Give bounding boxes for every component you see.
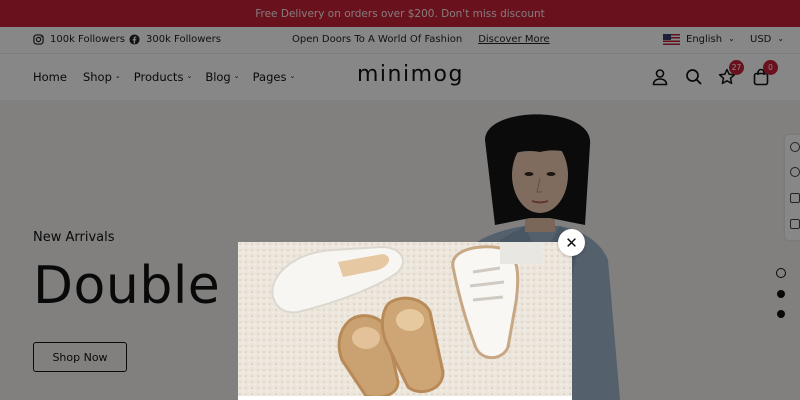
- popup-shoes-image: [238, 242, 572, 396]
- page: Free Delivery on orders over $200. Don't…: [0, 0, 800, 400]
- close-icon: ✕: [565, 233, 578, 252]
- close-popup-button[interactable]: ✕: [558, 229, 585, 256]
- newsletter-popup: [238, 242, 572, 400]
